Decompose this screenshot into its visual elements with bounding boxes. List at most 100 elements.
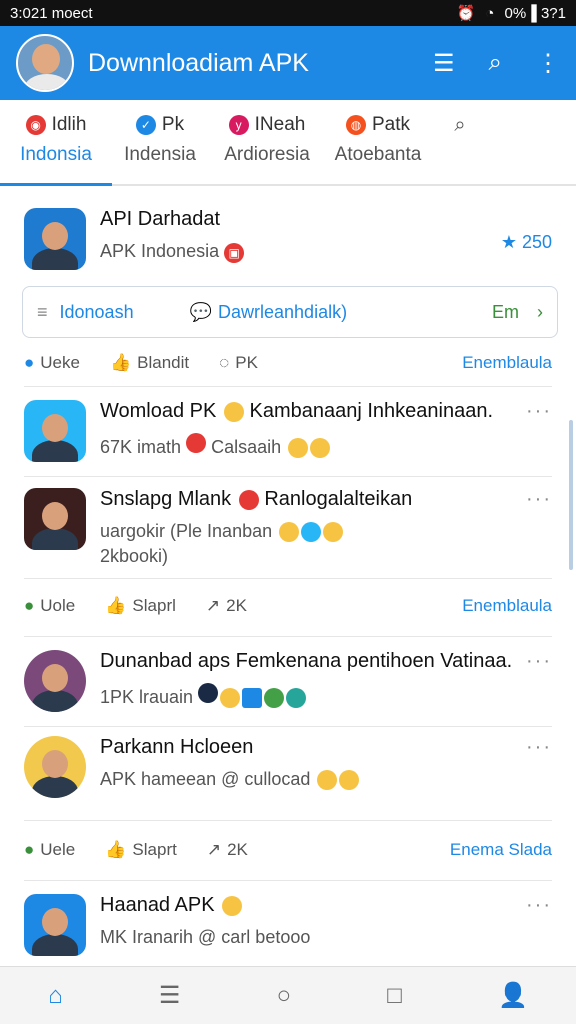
tab-1[interactable]: ◉ Idlih Indonsia (0, 100, 112, 186)
list-item[interactable]: Womload PK Kambanaanj Inhkeaninaan. 67K … (0, 400, 576, 462)
alarm-icon: ⏰ (456, 5, 476, 22)
app-icon: ◍ (345, 115, 366, 135)
more-options-icon[interactable]: ··· (526, 736, 552, 759)
tab-search-icon[interactable]: ⌕ (430, 100, 490, 184)
tab-2[interactable]: ✓ Pk Indensia (112, 100, 208, 184)
featured-card[interactable]: API Darhadat APK Indonesia ▣ ★ 250 (0, 208, 576, 270)
emoji-icon (198, 683, 219, 703)
home-icon[interactable]: ⌂ (48, 982, 63, 1010)
tab-3[interactable]: y INeah Ardioresia (208, 100, 326, 184)
battery-status: 0%▐ 3?1 (504, 4, 566, 22)
divider (24, 880, 552, 881)
emoji-icon (222, 895, 243, 916)
square-icon[interactable]: □ (387, 982, 402, 1010)
circle-icon: ● (24, 353, 35, 372)
emoji-icon (339, 770, 360, 791)
check-icon: ✓ (135, 115, 156, 135)
link-2[interactable]: Dawrleanhdialk) (218, 302, 347, 323)
list-item[interactable]: Snslapg Mlank Ranlogalalteikan uargokir … (0, 488, 576, 567)
app-title: Downnloadiam APK (88, 48, 309, 77)
action-row-2: ● Uole 👍 Slaprl ↗ 2K Enemblaula (0, 586, 576, 626)
badge-icon: ▣ (224, 243, 245, 263)
more-options-icon[interactable]: ··· (526, 400, 552, 423)
emoji-icon (317, 770, 338, 791)
emoji-icon (264, 688, 285, 709)
action-row-1: ● Ueke 👍 Blandit ◌ PK Enemblaula (0, 343, 576, 383)
like-button[interactable]: ● Uele (24, 840, 75, 860)
tab-4[interactable]: ◍ Patk Atoebanta (326, 100, 430, 184)
circle-icon: ● (24, 840, 35, 859)
more-link[interactable]: Enemblaula (462, 596, 552, 616)
share-button[interactable]: ↗ 2K (207, 840, 248, 860)
item-avatar (24, 736, 86, 798)
more-options-icon[interactable]: ··· (526, 488, 552, 511)
overflow-menu-icon[interactable]: ⋮ (536, 49, 560, 78)
thumb-button[interactable]: 👍 Slaprl (105, 596, 176, 616)
emoji-icon (288, 438, 309, 459)
like-button[interactable]: ● Ueke (24, 353, 80, 373)
action-row-3: ● Uele 👍 Slaprt ↗ 2K Enema Slada (0, 830, 576, 870)
featured-avatar (24, 208, 86, 270)
emoji-icon (238, 489, 259, 510)
emoji-icon (186, 433, 207, 453)
list-item[interactable]: Dunanbad aps Femkenana pentihoen Vatinaa… (0, 650, 576, 712)
more-options-icon[interactable]: ··· (526, 650, 552, 673)
circle-icon: ● (24, 596, 35, 615)
emoji-icon (310, 438, 331, 459)
list-icon: ≡ (37, 301, 48, 322)
divider (24, 386, 552, 387)
scrollbar[interactable] (569, 420, 573, 570)
thumb-button[interactable]: 👍 Blandit (110, 353, 189, 373)
link-3[interactable]: Em (492, 302, 519, 323)
item-avatar (24, 488, 86, 550)
flag-icon: ◉ (25, 115, 46, 135)
thumbs-up-icon: 👍 (109, 353, 132, 372)
emoji-icon (279, 522, 300, 543)
emoji-icon (223, 401, 244, 422)
quick-links-bar: ≡ Idonoash 💬 Dawrleanhdialk) Em › (22, 286, 558, 338)
comment-icon: ◌ (219, 353, 230, 372)
wifi-icon: ◔ (485, 4, 495, 22)
emoji-icon (242, 688, 263, 709)
divider (24, 726, 552, 727)
like-button[interactable]: ● Uole (24, 596, 75, 616)
divider (24, 476, 552, 477)
emoji-icon (323, 522, 344, 543)
status-time: 3:021 moect (10, 4, 93, 22)
more-options-icon[interactable]: ··· (526, 894, 552, 917)
rating: ★ 250 (500, 232, 552, 252)
circle-nav-icon[interactable]: ○ (277, 982, 292, 1010)
list-item[interactable]: Haanad APK MK Iranarih @ carl betooo ··· (0, 894, 576, 956)
profile-icon[interactable]: 👤 (498, 981, 528, 1010)
item-avatar (24, 894, 86, 956)
link-1[interactable]: Idonoash (60, 302, 134, 323)
list-item[interactable]: Parkann Hcloeen APK hameean @ cullocad ·… (0, 736, 576, 798)
featured-name: API Darhadat (100, 208, 221, 230)
emoji-icon (301, 522, 322, 543)
more-link[interactable]: Enemblaula (462, 353, 552, 373)
thumbs-up-icon: 👍 (105, 840, 127, 859)
emoji-icon (286, 688, 307, 709)
chat-icon: 💬 (189, 301, 213, 322)
status-bar: 3:021 moect ⏰ ◔ 0%▐ 3?1 (0, 0, 576, 26)
y-badge-icon: y (228, 115, 249, 135)
thumbs-up-icon: 👍 (105, 596, 127, 615)
bottom-navigation: ⌂ ☰ ○ □ 👤 (0, 966, 576, 1024)
profile-avatar[interactable] (16, 34, 74, 92)
search-icon[interactable]: ⌕ (489, 49, 502, 77)
divider (24, 820, 552, 821)
category-tabs: ◉ Idlih Indonsia ✓ Pk Indensia y INeah Ardi… (0, 100, 576, 186)
thumb-button[interactable]: 👍 Slaprt (105, 840, 177, 860)
share-icon: ↗ (206, 840, 222, 859)
menu-icon[interactable]: ☰ (159, 981, 181, 1010)
comment-button[interactable]: ◌ PK (219, 353, 258, 373)
share-button[interactable]: ↗ 2K (206, 596, 247, 616)
more-link[interactable]: Enema Slada (450, 840, 552, 860)
item-avatar (24, 400, 86, 462)
emoji-icon (220, 688, 241, 709)
app-bar: Downnloadiam APK ☰ ⌕ ⋮ (0, 26, 576, 100)
filter-icon[interactable]: ☰ (433, 49, 455, 78)
item-avatar (24, 650, 86, 712)
share-icon: ↗ (205, 596, 221, 615)
chevron-right-icon[interactable]: › (537, 302, 543, 323)
